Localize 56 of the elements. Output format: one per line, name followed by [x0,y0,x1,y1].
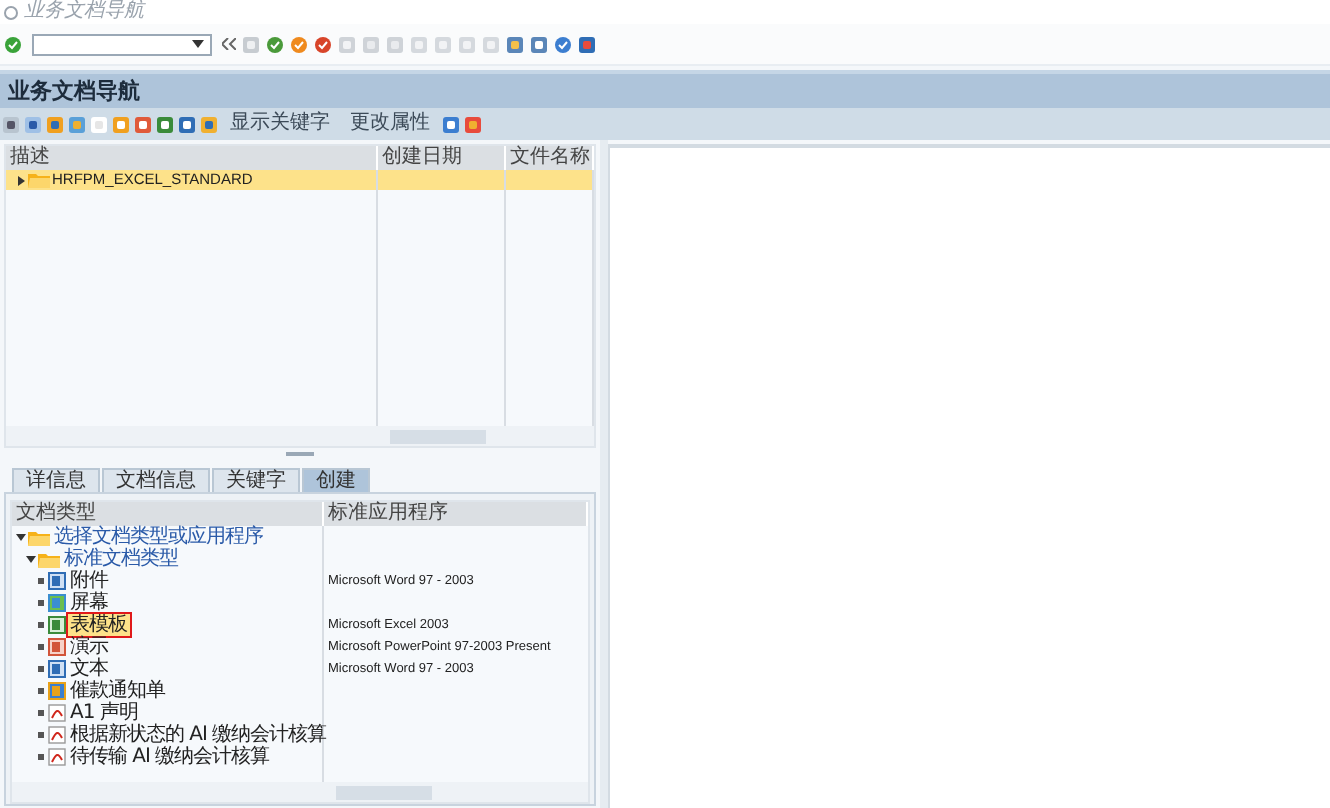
bullet-icon [38,666,44,672]
folder-icon [28,529,50,545]
tree-node-label[interactable]: 待传输 AI 缴纳会计核算 [68,746,272,768]
expand-icon[interactable] [26,554,36,564]
column-header: 描述 [10,146,50,170]
tree-node-label[interactable]: 演示 [68,636,110,658]
presentation-icon [48,638,66,656]
folder-icon [38,551,60,567]
column-header: 标准应用程序 [328,502,448,526]
bullet-icon [38,622,44,628]
folder-icon [28,172,50,188]
spreadsheet-icon [48,616,66,634]
bullet-icon [38,644,44,650]
splitter-handle[interactable] [286,452,314,456]
tree-node-label[interactable]: 表模板 [68,614,129,636]
tree-node-label[interactable]: A1 声明 [68,702,140,724]
table-cell [378,170,504,190]
tree-node-label[interactable]: 催款通知单 [68,680,167,702]
bullet-icon [38,754,44,760]
bullet-icon [38,710,44,716]
table-cell [506,170,592,190]
tab[interactable]: 文档信息 [102,468,210,492]
bullet-icon [38,732,44,738]
tree-node-label[interactable]: 屏幕 [68,592,110,614]
pdf-icon [48,748,66,766]
tab[interactable]: 创建 [302,468,370,492]
tab[interactable]: 详信息 [12,468,100,492]
picture-file-icon [48,594,66,612]
pdf-icon [48,726,66,744]
form-icon [48,682,66,700]
pdf-icon [48,704,66,722]
tree-node-label[interactable]: 选择文档类型或应用程序 [52,526,265,548]
bullet-icon [38,578,44,584]
toolbar-button[interactable]: 显示关键字 [222,110,338,138]
expand-icon[interactable] [16,532,26,542]
toolbar-button[interactable]: 更改属性 [342,110,438,138]
bullet-icon [38,688,44,694]
expand-icon[interactable] [16,175,26,185]
enter-icon[interactable] [4,35,22,53]
tab[interactable]: 关键字 [212,468,300,492]
horizontal-scrollbar[interactable] [336,785,432,799]
command-field[interactable] [32,33,212,55]
column-header: 文档类型 [16,502,96,525]
screen-title: 业务文档导航 [8,76,140,106]
document-icon [48,572,66,590]
tree-node-label[interactable]: 文本 [68,658,110,680]
document-icon [48,660,66,678]
tree-node-label[interactable]: 根据新状态的 AI 缴纳会计核算 [68,724,329,746]
tree-node-label[interactable]: 附件 [68,570,110,592]
caret-icon[interactable] [192,40,204,48]
bullet-icon [38,600,44,606]
column-header: 文件名称 [510,146,590,170]
tree-node-label[interactable]: 标准文档类型 [62,548,180,570]
collapse-icon[interactable] [222,38,236,50]
column-header: 创建日期 [382,146,462,170]
horizontal-scrollbar[interactable] [390,429,486,443]
